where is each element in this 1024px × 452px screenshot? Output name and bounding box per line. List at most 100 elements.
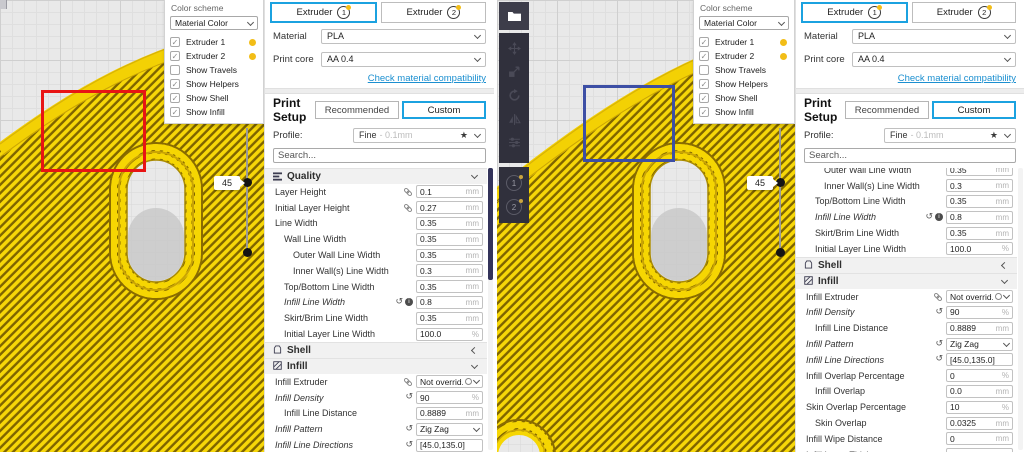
setting-dropdown[interactable]: Zig Zag <box>416 423 483 436</box>
search-input[interactable] <box>273 148 486 163</box>
color-scheme-dropdown[interactable]: Material Color <box>170 16 258 30</box>
tool-per-model-settings-icon[interactable] <box>508 136 521 154</box>
checkbox[interactable]: ✓ <box>170 37 180 47</box>
setting-input[interactable]: 0.8mm <box>416 296 483 309</box>
quality-section-icon <box>273 172 282 181</box>
tab-extruder-1[interactable]: Extruder 1 <box>270 2 377 23</box>
tab-extruder-2[interactable]: Extruder 2 <box>912 2 1017 23</box>
checkbox[interactable] <box>170 65 180 75</box>
setting-input[interactable]: 0.1mm <box>946 448 1013 452</box>
extruder-2-select-button[interactable]: 2 <box>506 199 522 215</box>
setting-input[interactable]: 0.8mm <box>946 211 1013 224</box>
reset-icon[interactable]: ↺ <box>935 340 943 349</box>
recommended-mode-button[interactable]: Recommended <box>315 101 399 119</box>
scrollbar-thumb[interactable] <box>488 168 493 280</box>
profile-dropdown[interactable]: Fine - 0.1mm ★ <box>353 128 486 143</box>
reset-icon[interactable]: ↺ <box>405 441 413 450</box>
setting-input[interactable]: [45.0,135.0] <box>416 439 483 452</box>
setting-input[interactable]: 0.3mm <box>946 179 1013 192</box>
section-header-shell[interactable]: Shell <box>796 257 1017 273</box>
checkbox[interactable]: ✓ <box>699 37 709 47</box>
settings-scrollbar[interactable] <box>1018 168 1023 450</box>
open-file-button[interactable] <box>499 2 529 30</box>
profile-dropdown[interactable]: Fine - 0.1mm ★ <box>884 128 1016 143</box>
custom-mode-button[interactable]: Custom <box>402 101 486 119</box>
setting-input[interactable]: 0.27mm <box>416 201 483 214</box>
section-header-infill[interactable]: Infill <box>265 358 487 374</box>
tab-extruder-1[interactable]: Extruder 1 <box>801 2 908 23</box>
setting-input[interactable]: 0.8889mm <box>946 322 1013 335</box>
setting-input[interactable]: [45.0,135.0] <box>946 353 1013 366</box>
setting-input[interactable]: 0.1mm <box>416 185 483 198</box>
print-core-dropdown[interactable]: AA 0.4 <box>852 52 1016 67</box>
tab-extruder-2[interactable]: Extruder 2 <box>381 2 486 23</box>
checkbox[interactable]: ✓ <box>170 79 180 89</box>
setting-input[interactable]: 0.3mm <box>416 264 483 277</box>
setting-input[interactable]: 100.0% <box>946 242 1013 255</box>
checkbox[interactable]: ✓ <box>699 107 709 117</box>
setting-input[interactable]: 0.35mm <box>416 280 483 293</box>
material-dropdown[interactable]: PLA <box>321 29 486 44</box>
setting-dropdown[interactable]: Not overrid... <box>946 290 1013 303</box>
reset-icon[interactable]: ↺ <box>405 393 413 402</box>
tool-scale-icon[interactable] <box>508 65 521 83</box>
reset-icon[interactable]: ↺ <box>405 425 413 434</box>
setting-input[interactable]: 0% <box>946 369 1013 382</box>
section-header-quality[interactable]: Quality <box>265 168 487 184</box>
checkbox[interactable] <box>699 65 709 75</box>
recommended-mode-button[interactable]: Recommended <box>845 101 929 119</box>
setting-dropdown[interactable]: Not overrid... <box>416 375 483 388</box>
setting-input[interactable]: 0.35mm <box>416 249 483 262</box>
unit-label: % <box>1002 371 1009 380</box>
setting-input[interactable]: 90% <box>946 306 1013 319</box>
reset-icon[interactable]: ↺ <box>935 355 943 364</box>
section-header-infill[interactable]: Infill <box>796 273 1017 289</box>
checkbox[interactable]: ✓ <box>170 51 180 61</box>
checkbox[interactable]: ✓ <box>699 79 709 89</box>
settings-scrollbar[interactable] <box>488 168 493 450</box>
viewport-3d-right[interactable]: 45 1 <box>497 0 795 452</box>
section-header-shell[interactable]: Shell <box>265 342 487 358</box>
setting-input[interactable]: 0.0mm <box>946 385 1013 398</box>
setting-input[interactable]: 10% <box>946 401 1013 414</box>
checkbox[interactable]: ✓ <box>699 93 709 103</box>
setting-input[interactable]: 90% <box>416 391 483 404</box>
checkbox[interactable]: ✓ <box>170 107 180 117</box>
reset-icon[interactable]: ↺ <box>935 308 943 317</box>
extruder-1-select-button[interactable]: 1 <box>506 175 522 191</box>
check-material-compatibility-link[interactable]: Check material compatibility <box>368 73 486 84</box>
search-input[interactable] <box>804 148 1016 163</box>
layer-slider-bottom-handle[interactable] <box>243 248 252 257</box>
viewport-3d-left[interactable]: 45 Color scheme Material Color ✓Extruder… <box>0 0 264 452</box>
setting-input[interactable]: 0.35mm <box>416 312 483 325</box>
layer-slider[interactable] <box>779 128 781 256</box>
setting-input[interactable]: 0.35mm <box>946 195 1013 208</box>
layer-slider-bottom-handle[interactable] <box>776 248 785 257</box>
info-icon[interactable]: i <box>405 298 413 306</box>
setting-input[interactable]: 0.35mm <box>416 217 483 230</box>
custom-mode-button[interactable]: Custom <box>932 101 1016 119</box>
info-icon[interactable]: i <box>935 213 943 221</box>
print-core-dropdown[interactable]: AA 0.4 <box>321 52 486 67</box>
setting-input[interactable]: 0.8889mm <box>416 407 483 420</box>
layer-slider[interactable] <box>246 128 248 256</box>
material-dropdown[interactable]: PLA <box>852 29 1016 44</box>
reset-icon[interactable]: ↺ <box>395 298 403 307</box>
setting-input[interactable]: 0.35mm <box>416 233 483 246</box>
tool-move-icon[interactable] <box>508 42 521 60</box>
setting-input[interactable]: 0.0325mm <box>946 417 1013 430</box>
tool-mirror-icon[interactable] <box>508 113 521 131</box>
unit-label: mm <box>466 187 479 196</box>
setting-input[interactable]: 0mm <box>946 432 1013 445</box>
check-material-compatibility-link[interactable]: Check material compatibility <box>898 73 1016 84</box>
setting-dropdown[interactable]: Zig Zag <box>946 338 1013 351</box>
tool-rotate-icon[interactable] <box>508 89 521 107</box>
setting-input[interactable]: 0.35mm <box>946 168 1013 176</box>
setting-input[interactable]: 100.0% <box>416 328 483 341</box>
setting-input[interactable]: 0.35mm <box>946 227 1013 240</box>
color-scheme-dropdown[interactable]: Material Color <box>699 16 789 30</box>
setting-label: Infill Pattern <box>806 339 935 349</box>
checkbox[interactable]: ✓ <box>170 93 180 103</box>
reset-icon[interactable]: ↺ <box>925 213 933 222</box>
checkbox[interactable]: ✓ <box>699 51 709 61</box>
